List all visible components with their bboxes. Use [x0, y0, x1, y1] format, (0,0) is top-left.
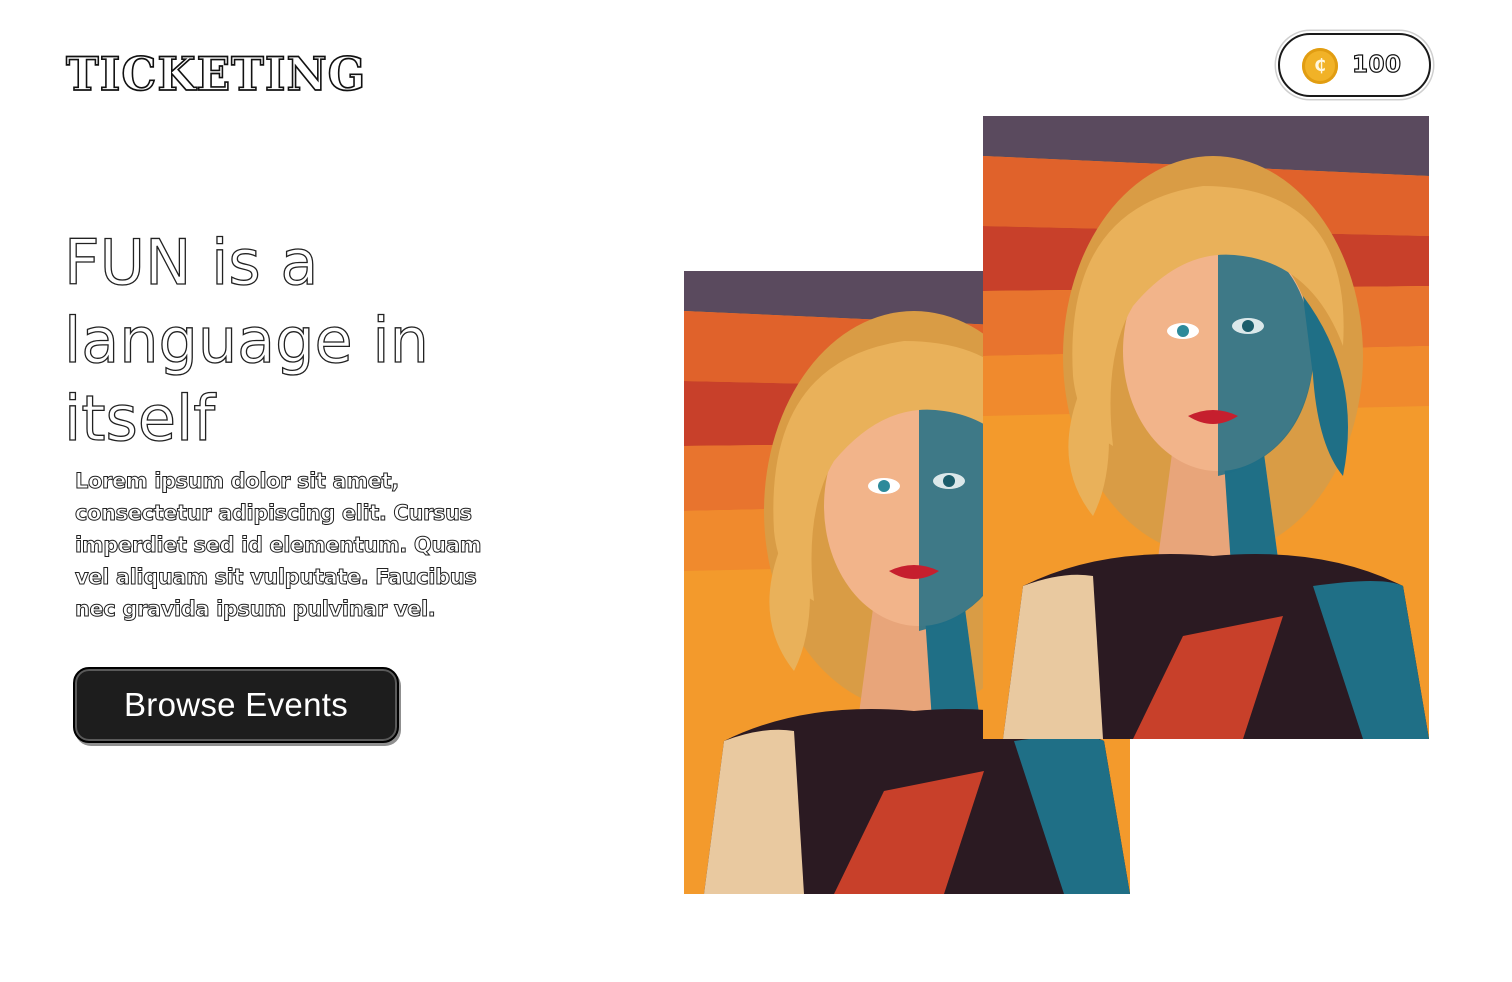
hero-headline: FUN is a language in itself	[63, 225, 429, 455]
coin-icon: ₵	[1302, 48, 1338, 84]
app-logo[interactable]: TICKETING	[65, 47, 366, 102]
portrait-illustration-icon	[983, 116, 1429, 739]
coin-balance-value: 100	[1351, 51, 1402, 78]
hero-description: Lorem ipsum dolor sit amet, consectetur …	[75, 469, 483, 622]
artwork-portrait-front	[983, 116, 1429, 739]
coin-symbol: ₵	[1314, 55, 1326, 76]
browse-events-button[interactable]: Browse Events	[73, 667, 399, 743]
coin-balance[interactable]: ₵ 100	[1278, 33, 1431, 97]
